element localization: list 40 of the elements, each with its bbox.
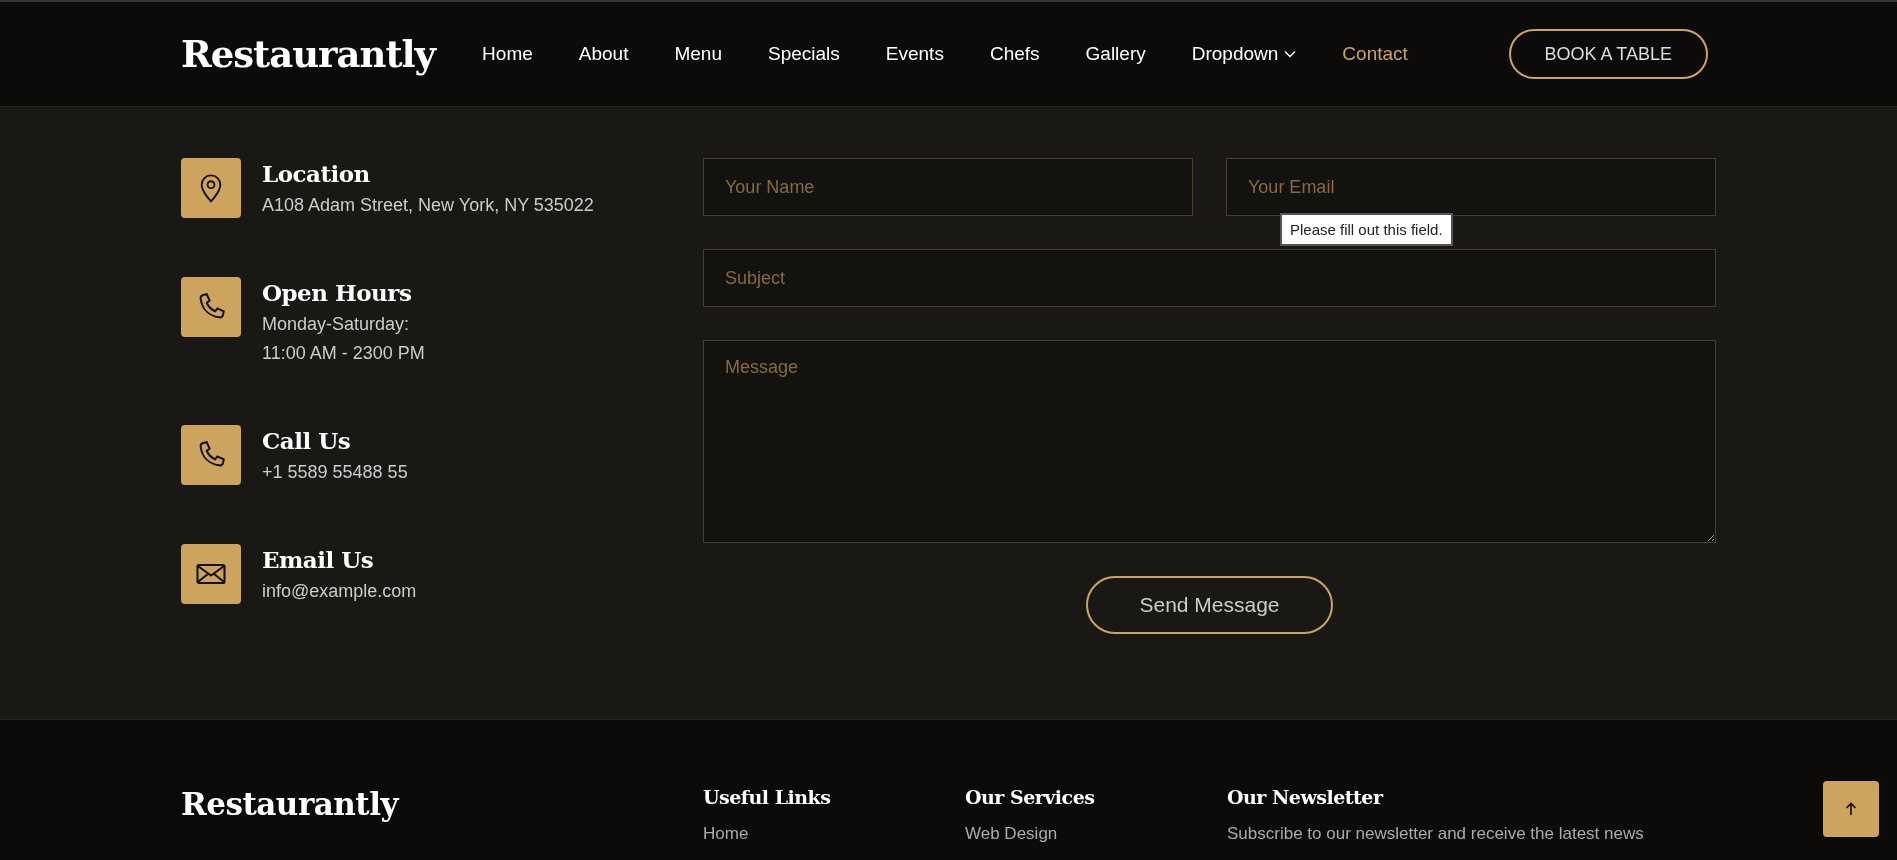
info-text: info@example.com xyxy=(262,580,417,603)
footer-link[interactable]: Web Design xyxy=(965,824,1227,844)
site-logo[interactable]: Restaurantly xyxy=(181,32,436,76)
subject-field[interactable]: Subject xyxy=(703,249,1716,307)
footer-logo: Restaurantly xyxy=(181,786,398,822)
info-text: +1 5589 55488 55 xyxy=(262,461,408,484)
footer-heading: Our Newsletter xyxy=(1227,786,1385,808)
caret-icon xyxy=(1284,50,1297,58)
nav-link[interactable]: Gallery xyxy=(1085,43,1146,65)
info-title: Open Hours xyxy=(262,278,413,308)
phone-icon xyxy=(181,425,241,485)
location-icon xyxy=(181,158,241,218)
info-title: Location xyxy=(262,159,371,189)
nav-link[interactable]: Events xyxy=(885,43,944,65)
email-field[interactable]: Your Email xyxy=(1226,158,1716,216)
info-text: A108 Adam Street, New York, NY 535022 xyxy=(262,194,594,217)
nav-link[interactable]: Chefs xyxy=(989,43,1040,65)
nav-link[interactable]: Contact xyxy=(1342,43,1408,65)
nav-link[interactable]: Dropdown xyxy=(1191,43,1297,65)
newsletter-text: Subscribe to our newsletter and receive the latest news xyxy=(1227,824,1645,844)
footer-link[interactable]: Home xyxy=(703,824,965,844)
envelope-icon xyxy=(181,544,241,604)
nav-link[interactable]: Home xyxy=(482,43,533,65)
send-message-button[interactable]: Send Message xyxy=(1086,576,1333,634)
nav-link[interactable]: Specials xyxy=(768,43,840,65)
phone-icon xyxy=(181,277,241,337)
book-table-button[interactable]: BOOK A TABLE xyxy=(1508,29,1708,79)
nav-link[interactable]: About xyxy=(578,43,629,65)
info-text: Monday-Saturday: xyxy=(262,313,411,336)
info-title: Email Us xyxy=(262,545,375,575)
nav-link[interactable]: Menu xyxy=(674,43,722,65)
footer-heading: Our Services xyxy=(965,786,1096,808)
back-to-top-button[interactable] xyxy=(1823,781,1879,837)
message-field[interactable]: Message xyxy=(703,340,1716,543)
info-title: Call Us xyxy=(262,426,352,456)
validation-tooltip: Please fill out this field. xyxy=(1280,213,1453,246)
arrow-up-icon xyxy=(1843,801,1859,817)
footer-heading: Useful Links xyxy=(703,786,832,808)
info-text: 11:00 AM - 2300 PM xyxy=(262,342,425,365)
name-field[interactable]: Your Name xyxy=(703,158,1193,216)
